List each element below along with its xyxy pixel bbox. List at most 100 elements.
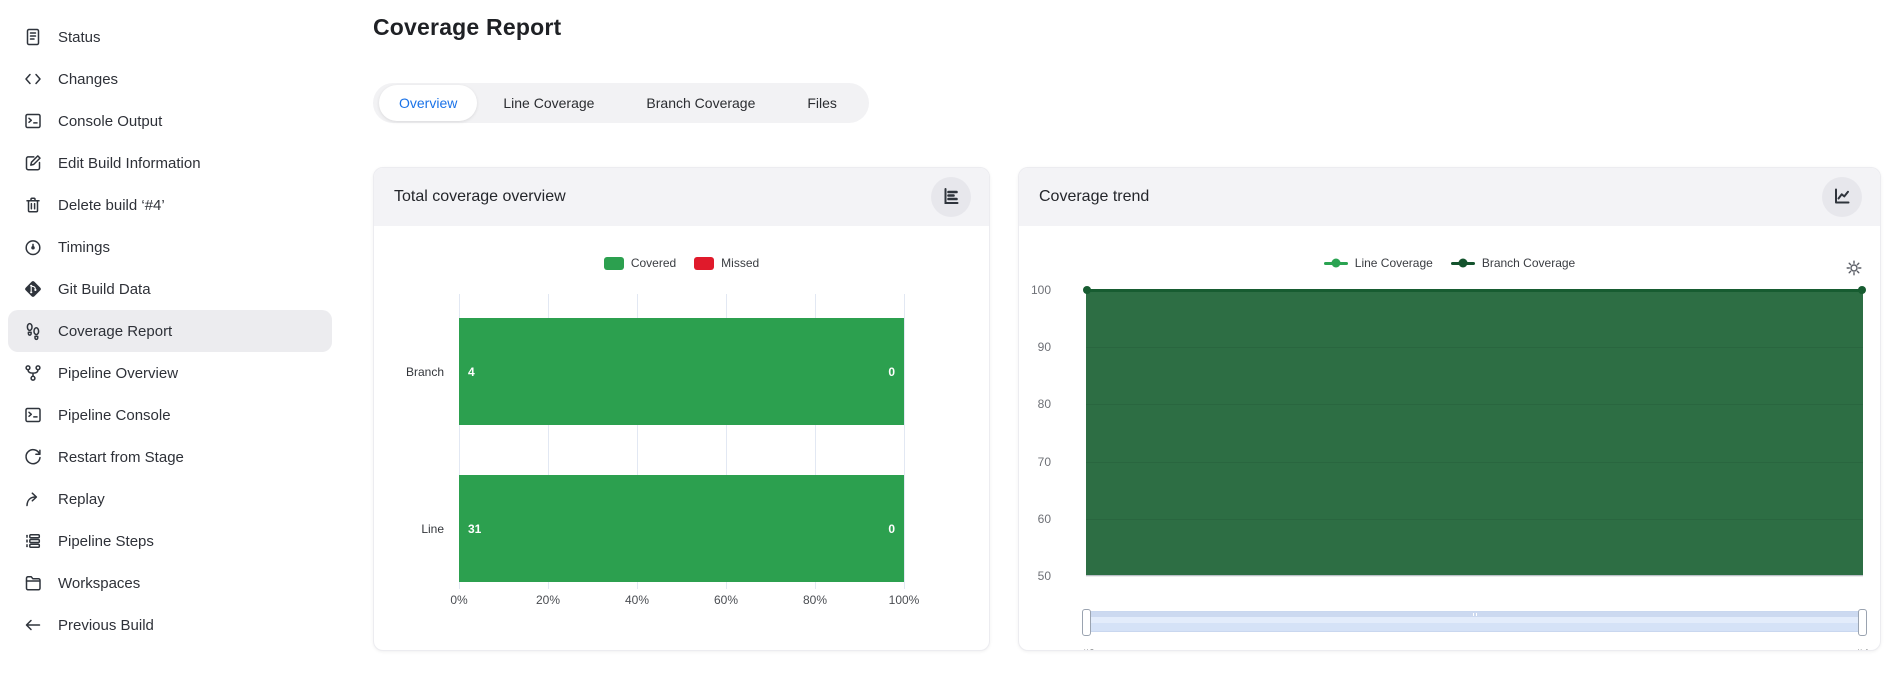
covered-value: 4 [468, 364, 475, 379]
trend-data-point[interactable] [1858, 286, 1866, 294]
sidebar-item-replay[interactable]: Replay [8, 478, 332, 520]
overview-chart: CoveredMissed0%20%40%60%80%100%40Branch1… [374, 226, 989, 650]
legend-swatch [694, 256, 715, 270]
sidebar-item-timings[interactable]: Timings [8, 226, 332, 268]
trash-icon [22, 194, 44, 216]
bar-chart-button[interactable] [931, 177, 971, 217]
sidebar-item-workspaces[interactable]: Workspaces [8, 562, 332, 604]
sidebar-item-coverage-report[interactable]: Coverage Report [8, 310, 332, 352]
sidebar-item-label: Pipeline Console [58, 406, 171, 424]
slider-right-handle[interactable] [1858, 609, 1867, 636]
total-coverage-card: Total coverage overview Covered Missed 0% 2… [373, 167, 990, 651]
tab-branch-coverage[interactable]: Branch Coverage [620, 83, 781, 123]
x-axis-tick-label: 100% [888, 593, 920, 607]
legend-label: Branch Coverage [1481, 256, 1576, 270]
category-label: Branch [405, 364, 444, 379]
sidebar-item-label: Status [58, 28, 101, 46]
sidebar-item-label: Workspaces [58, 574, 141, 592]
bar-plot-area: 0%20%40%60%80%100%40Branch100.00%310Line… [406, 294, 919, 607]
y-axis-tick-label: 70 [1037, 454, 1051, 469]
sidebar-item-label: Delete build ‘#4’ [58, 196, 165, 214]
gridline [1086, 461, 1863, 463]
edit-icon [22, 152, 44, 174]
legend-item-branch-coverage[interactable]: Branch Coverage [1450, 256, 1576, 270]
slider-grip [1469, 613, 1481, 616]
x-axis-tick-label: 60% [713, 593, 739, 607]
steps-icon [22, 530, 44, 552]
replay-icon [22, 488, 44, 510]
card-title: Coverage trend [1039, 188, 1150, 205]
legend-item-covered[interactable]: Covered [603, 256, 677, 270]
code-icon [22, 68, 44, 90]
gear-icon[interactable] [1844, 258, 1864, 278]
sidebar-item-label: Pipeline Steps [58, 532, 154, 550]
sidebar-item-changes[interactable]: Changes [8, 58, 332, 100]
sidebar-item-label: Edit Build Information [58, 154, 201, 172]
tab-overview[interactable]: Overview [379, 85, 478, 121]
trend-data-point[interactable] [1083, 286, 1091, 294]
card-title: Total coverage overview [394, 188, 566, 205]
slider-left-handle[interactable] [1082, 609, 1091, 636]
tab-line-coverage[interactable]: Line Coverage [477, 83, 620, 123]
legend-label: Line Coverage [1354, 256, 1433, 270]
datazoom-slider[interactable] [1082, 609, 1867, 636]
line-chart-button[interactable] [1822, 177, 1862, 217]
sidebar-item-label: Changes [58, 70, 119, 88]
legend-label: Covered [630, 256, 677, 270]
document-icon [22, 26, 44, 48]
sidebar: Status Changes Console Output Edit Build In… [0, 0, 340, 683]
sidebar-item-label: Coverage Report [58, 322, 173, 340]
sidebar-item-label: Replay [58, 490, 105, 508]
x-axis-tick-label: 80% [802, 593, 828, 607]
trend-plot-area: 100 90 80 70 60 50 #3 #4 [1031, 283, 1869, 650]
git-icon [22, 278, 44, 300]
cards-row: Total coverage overview Covered Missed 0% 2… [373, 167, 1894, 651]
gridline [1086, 347, 1863, 349]
legend-item-missed[interactable]: Missed [694, 256, 759, 270]
legend-item-line-coverage[interactable]: Line Coverage [1323, 256, 1433, 270]
y-axis-tick-label: 80 [1037, 397, 1051, 412]
legend-swatch [603, 256, 624, 270]
y-axis-tick-label: 60 [1037, 511, 1051, 526]
y-axis-tick-label: 50 [1037, 569, 1051, 583]
bar-row-line: 31 0 [459, 475, 904, 582]
sidebar-item-console-output[interactable]: Console Output [8, 100, 332, 142]
gridline [1086, 576, 1863, 577]
y-axis-tick-label: 90 [1037, 340, 1051, 355]
footsteps-icon [22, 320, 44, 342]
sidebar-item-previous-build[interactable]: Previous Build [8, 604, 332, 646]
bar-row-branch: 40 [459, 318, 904, 425]
sidebar-item-pipeline-steps[interactable]: Pipeline Steps [8, 520, 332, 562]
x-axis-tick-label: 20% [535, 593, 561, 607]
terminal-icon [22, 404, 44, 426]
tab-files[interactable]: Files [781, 83, 863, 123]
sidebar-item-label: Restart from Stage [58, 448, 184, 466]
y-axis-tick-label: 100 [1030, 283, 1051, 297]
arrow-left-icon [22, 614, 44, 636]
terminal-icon [22, 110, 44, 132]
sidebar-item-status[interactable]: Status [8, 16, 332, 58]
category-label: Line [421, 521, 444, 536]
chart-legend: Line Coverage Branch Coverage [1019, 256, 1880, 270]
restart-icon [22, 446, 44, 468]
coverage-trend-card-header: Coverage trend [1019, 168, 1880, 226]
line-chart-icon [1832, 186, 1852, 209]
sidebar-item-restart-from-stage[interactable]: Restart from Stage [8, 436, 332, 478]
x-axis-label: #4 [1856, 647, 1869, 650]
covered-bar[interactable]: 31 0 [459, 475, 904, 582]
missed-value: 0 [888, 521, 895, 536]
trend-top-line [1086, 289, 1863, 292]
branch-icon [22, 362, 44, 384]
app-window: Status Changes Console Output Edit Build In… [0, 0, 1894, 683]
covered-bar[interactable]: 40 [459, 318, 904, 425]
coverage-trend-card: Coverage trend Line Coverage Branch Cover… [1018, 167, 1881, 651]
sidebar-item-pipeline-console[interactable]: Pipeline Console [8, 394, 332, 436]
trend-area-fill[interactable] [1086, 290, 1863, 575]
page-title: Coverage Report [373, 14, 562, 40]
bar-chart-icon [941, 186, 961, 209]
trend-chart: Line Coverage Branch Coverage 100 90 80 70 60 5… [1019, 226, 1880, 650]
sidebar-item-edit-build-information[interactable]: Edit Build Information [8, 142, 332, 184]
sidebar-item-delete-build-4[interactable]: Delete build ‘#4’ [8, 184, 332, 226]
sidebar-item-pipeline-overview[interactable]: Pipeline Overview [8, 352, 332, 394]
sidebar-item-git-build-data[interactable]: Git Build Data [8, 268, 332, 310]
